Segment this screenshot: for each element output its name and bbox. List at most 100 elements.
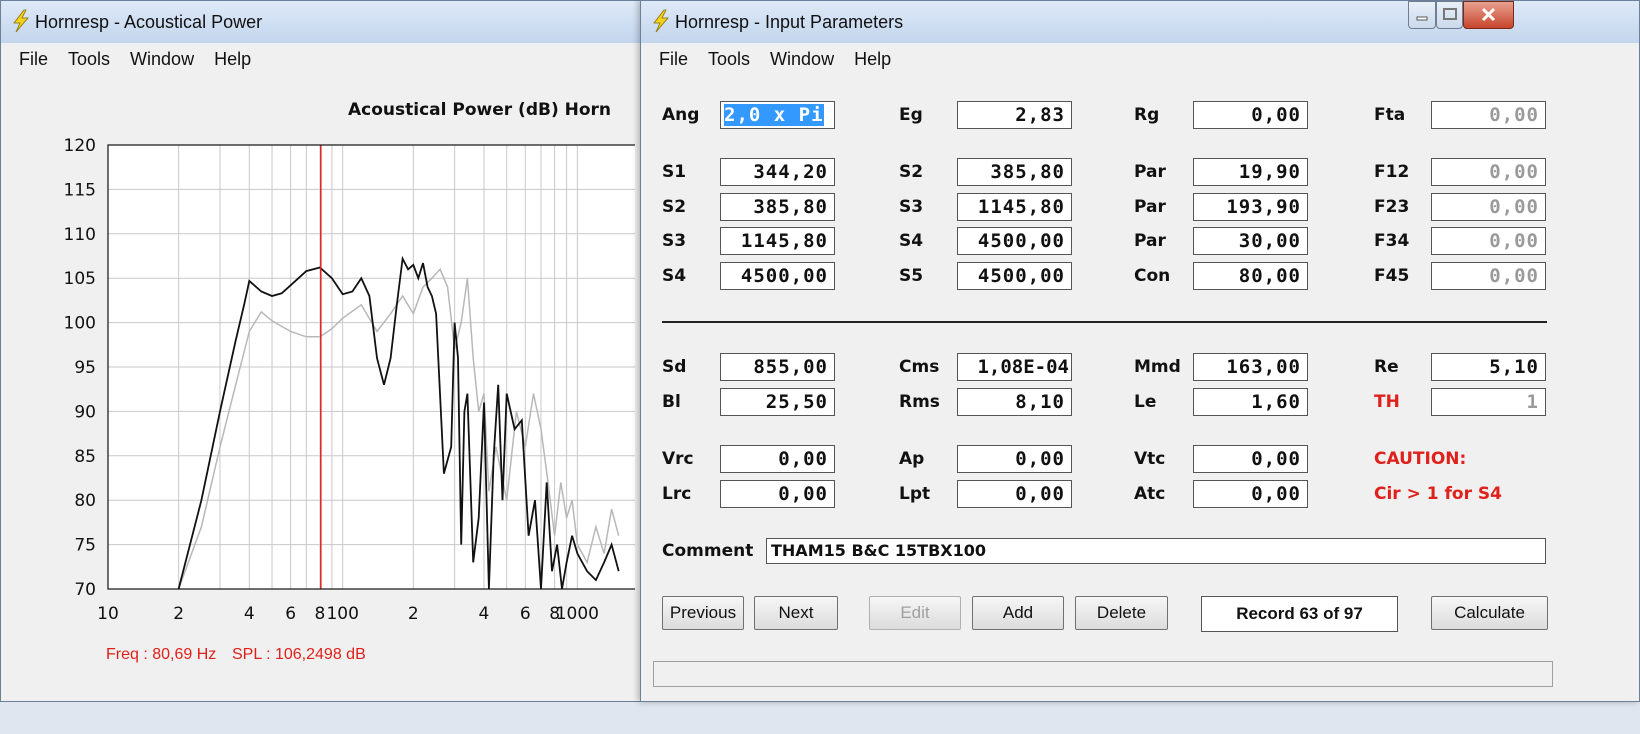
lightning-icon [653, 9, 669, 33]
y-tick-label: 75 [74, 536, 96, 556]
comment-field[interactable]: THAM15 B&C 15TBX100 [766, 538, 1546, 564]
param-field-s1[interactable]: 344,20 [720, 158, 835, 186]
caution-message: Cir > 1 for S4 [1374, 484, 1502, 504]
x-tick-label: 2 [408, 604, 419, 624]
y-tick-label: 115 [64, 180, 96, 200]
param-label: Mmd [1134, 357, 1181, 377]
param-field-par3[interactable]: 30,00 [1193, 227, 1308, 255]
y-tick-label: 120 [64, 136, 96, 156]
param-label: Atc [1134, 484, 1166, 504]
params-menu-tools[interactable]: Tools [698, 43, 760, 75]
y-tick-label: 95 [74, 358, 96, 378]
params-menu-window[interactable]: Window [760, 43, 844, 75]
edit-button[interactable]: Edit [869, 596, 961, 630]
param-field-ang[interactable]: 2,0 x Pi [720, 101, 835, 129]
param-field-cms[interactable]: 1,08E-04 [957, 353, 1072, 381]
power-menu-window[interactable]: Window [120, 43, 204, 75]
params-titlebar[interactable]: Hornresp - Input Parameters [641, 1, 1639, 43]
x-tick-label: 4 [479, 604, 490, 624]
chart-area: 70 75 80 85 90 95 100 105 110 115 120 10 2 4 6 8 100 2 4 6 8… [9, 75, 635, 695]
param-field-s3[interactable]: 1145,80 [720, 227, 835, 255]
params-window-title: Hornresp - Input Parameters [675, 12, 904, 32]
power-menu-help[interactable]: Help [204, 43, 261, 75]
cursor-freq-readout: Freq : 80,69 Hz [106, 646, 217, 663]
param-label: F23 [1374, 197, 1410, 217]
param-field-s4[interactable]: 4500,00 [957, 227, 1072, 255]
params-menubar: File Tools Window Help [649, 43, 1631, 76]
param-label: Lrc [662, 484, 692, 504]
param-field-eg[interactable]: 2,83 [957, 101, 1072, 129]
calculate-button[interactable]: Calculate [1431, 596, 1548, 630]
close-button[interactable] [1463, 1, 1514, 29]
param-field-sd[interactable]: 855,00 [720, 353, 835, 381]
param-field-rg[interactable]: 0,00 [1193, 101, 1308, 129]
y-tick-label: 100 [64, 314, 96, 334]
acoustical-power-window: Hornresp - Acoustical Power File Tools Win… [0, 0, 642, 702]
add-button[interactable]: Add [972, 596, 1064, 630]
param-field-bl[interactable]: 25,50 [720, 388, 835, 416]
param-label: S2 [662, 197, 687, 217]
lightning-icon [13, 9, 29, 33]
param-field-f45: 0,00 [1431, 262, 1546, 290]
param-field-mmd[interactable]: 163,00 [1193, 353, 1308, 381]
next-button[interactable]: Next [754, 596, 838, 630]
param-label: Vtc [1134, 449, 1166, 469]
previous-button[interactable]: Previous [662, 596, 744, 630]
param-field-le[interactable]: 1,60 [1193, 388, 1308, 416]
power-menu-tools[interactable]: Tools [58, 43, 120, 75]
param-field-s2[interactable]: 385,80 [957, 158, 1072, 186]
param-field-fta: 0,00 [1431, 101, 1546, 129]
minimize-button[interactable] [1408, 1, 1436, 29]
param-label: Ang [662, 105, 700, 125]
param-label: Le [1134, 392, 1157, 412]
param-field-s4[interactable]: 4500,00 [720, 262, 835, 290]
param-field-s5[interactable]: 4500,00 [957, 262, 1072, 290]
power-titlebar[interactable]: Hornresp - Acoustical Power [1, 1, 641, 43]
param-label-th: TH [1374, 392, 1400, 412]
y-tick-label: 105 [64, 269, 96, 289]
section-divider [662, 321, 1547, 323]
param-field-f34: 0,00 [1431, 227, 1546, 255]
x-tick-label: 6 [520, 604, 531, 624]
param-label: Lpt [899, 484, 931, 504]
power-menu-file[interactable]: File [9, 43, 58, 75]
param-field-vrc[interactable]: 0,00 [720, 445, 835, 473]
param-label: Sd [662, 357, 687, 377]
param-field-lrc[interactable]: 0,00 [720, 480, 835, 508]
param-field-s3[interactable]: 1145,80 [957, 193, 1072, 221]
param-field-par2[interactable]: 193,90 [1193, 193, 1308, 221]
param-label: S4 [662, 266, 687, 286]
param-label: Par [1134, 162, 1166, 182]
param-field-atc[interactable]: 0,00 [1193, 480, 1308, 508]
param-field-vtc[interactable]: 0,00 [1193, 445, 1308, 473]
x-tick-label: 6 [285, 604, 296, 624]
param-field-rms[interactable]: 8,10 [957, 388, 1072, 416]
x-tick-label: 1000 [556, 604, 599, 624]
param-label: Eg [899, 105, 923, 125]
maximize-icon [1443, 8, 1457, 20]
close-icon [1481, 7, 1496, 22]
y-tick-label: 110 [64, 225, 96, 245]
status-bar [653, 661, 1553, 687]
param-label: Rg [1134, 105, 1160, 125]
chart-title: Acoustical Power (dB) Horn [348, 100, 611, 120]
param-field-s2[interactable]: 385,80 [720, 193, 835, 221]
y-tick-label: 80 [74, 491, 96, 511]
param-label: Re [1374, 357, 1399, 377]
param-field-lpt[interactable]: 0,00 [957, 480, 1072, 508]
param-field-ap[interactable]: 0,00 [957, 445, 1072, 473]
delete-button[interactable]: Delete [1075, 596, 1168, 630]
param-label: S3 [899, 197, 924, 217]
calculate-label: Calculate [1454, 603, 1525, 622]
params-menu-file[interactable]: File [649, 43, 698, 75]
param-label: F45 [1374, 266, 1410, 286]
param-label: S3 [662, 231, 687, 251]
caution-title: CAUTION: [1374, 449, 1467, 469]
maximize-button[interactable] [1436, 1, 1463, 29]
param-label: Vrc [662, 449, 694, 469]
param-field-re[interactable]: 5,10 [1431, 353, 1546, 381]
param-field-par1[interactable]: 19,90 [1193, 158, 1308, 186]
acoustical-power-chart[interactable]: 70758085909510010511011512010 2 4 6 8 100 2 4 6 8… [9, 75, 635, 695]
param-field-con[interactable]: 80,00 [1193, 262, 1308, 290]
params-menu-help[interactable]: Help [844, 43, 901, 75]
